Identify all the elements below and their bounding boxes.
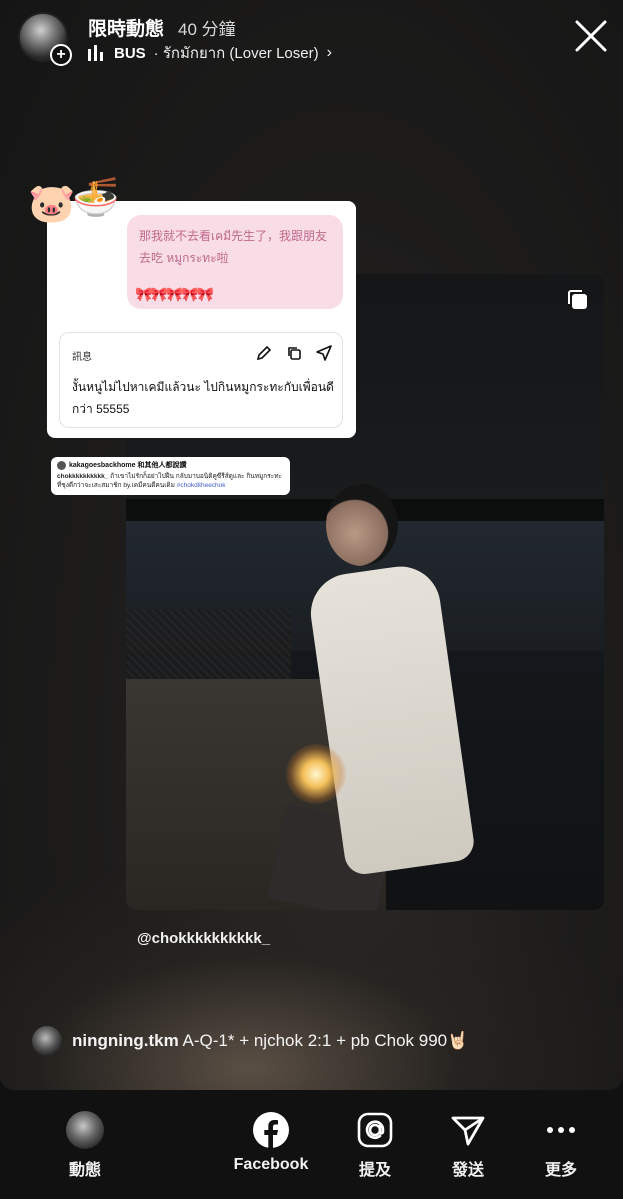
music-subtitle: · รักมักยาก (Lover Loser) (153, 45, 319, 62)
comment-likes: kakagoesbackhome 和其他人都說讚 (69, 462, 187, 469)
pig-sticker: 🐷 (28, 183, 76, 225)
avatar[interactable] (66, 1111, 104, 1149)
comment-sticker: kakagoesbackhome 和其他人都說讚 chokkkkkkkkkk_ … (51, 457, 290, 495)
photo-railing (126, 609, 291, 679)
comment-hashtag: #chokditheechok (176, 482, 226, 489)
profile-avatar[interactable]: + (18, 12, 72, 66)
nav-send[interactable]: 發送 (423, 1110, 513, 1180)
mention-tag[interactable]: @chokkkkkkkkkk_ (137, 930, 270, 947)
comment-header: kakagoesbackhome 和其他人都說讚 (57, 460, 284, 470)
music-bars-icon (88, 45, 106, 61)
music-info[interactable]: BUS · รักมักยาก (Lover Loser) › (88, 41, 332, 65)
nav-more[interactable]: 更多 (516, 1110, 606, 1180)
nav-facebook-label: Facebook (233, 1156, 309, 1173)
comment-username: chokkkkkkkkkk_ (57, 473, 109, 480)
music-title: BUS (114, 44, 146, 62)
message-label: 訊息 (72, 352, 92, 363)
story-timestamp: 40 分鐘 (178, 20, 236, 39)
send-icon (451, 1116, 485, 1146)
add-icon[interactable]: + (50, 44, 72, 66)
mention-icon (357, 1112, 393, 1148)
nav-activity[interactable]: 動態 (40, 1110, 130, 1180)
nav-more-label: 更多 (544, 1162, 577, 1179)
nav-facebook[interactable]: Facebook (226, 1110, 316, 1174)
nav-mention[interactable]: 提及 (330, 1110, 420, 1180)
message-text: งั้นหนูไม่ไปหาเคมีแล้วนะ ไปกินหมูกระทะกั… (72, 380, 334, 416)
avatar (57, 460, 66, 470)
pencil-icon (256, 345, 272, 361)
photo-lantern (286, 744, 346, 804)
photo-person-head (326, 484, 398, 566)
message-box: 訊息 งั้นหนูไม่ไปหาเคมีแล้วนะ ไปกินหมูกระท… (59, 332, 343, 428)
nav-activity-label: 動態 (68, 1162, 101, 1179)
caption-username[interactable]: ningning.tkm (72, 1031, 179, 1050)
title-row: 限時動態 40 分鐘 (88, 14, 236, 41)
caption: ningning.tkm A-Q-1* + njchok 2:1 + pb Ch… (72, 1031, 468, 1051)
story-viewer[interactable]: + 限時動態 40 分鐘 BUS · รักมักยาก (Lover Lose… (0, 0, 623, 1090)
ribbons-sticker: 🎀🎀🎀🎀🎀 (135, 286, 214, 302)
nav-send-label: 發送 (451, 1162, 484, 1179)
story-header: + 限時動態 40 分鐘 BUS · รักมักยาก (Lover Lose… (18, 12, 609, 68)
pink-message-text: 那我就不去看เคมี先生了，我跟朋友去吃 หมูกระทะ啦 (139, 229, 328, 265)
message-note-card: 那我就不去看เคมี先生了，我跟朋友去吃 หมูกระทะ啦 🎀🎀🎀🎀🎀 訊息 … (47, 201, 356, 438)
message-actions (256, 345, 332, 361)
avatar[interactable] (32, 1026, 62, 1056)
more-icon (547, 1127, 575, 1133)
copy-icon (288, 347, 301, 360)
caption-text: A-Q-1* + njchok 2:1 + pb Chok 990🤘🏻 (182, 1031, 469, 1050)
bottom-action-bar: 動態 Facebook 提及 發送 更多 (0, 1090, 623, 1199)
noodles-sticker: 🍜 (72, 177, 120, 219)
send-icon (316, 345, 332, 361)
comment-body: chokkkkkkkkkk_ ถ้าเขาไม่รักก็อย่าไปฝืน ก… (57, 472, 284, 490)
carousel-icon (568, 290, 587, 309)
story-username[interactable]: 限時動態 (88, 14, 164, 41)
pink-message-bubble: 那我就不去看เคมี先生了，我跟朋友去吃 หมูกระทะ啦 🎀🎀🎀🎀🎀 (127, 215, 343, 309)
caption-row: ningning.tkm A-Q-1* + njchok 2:1 + pb Ch… (32, 1026, 468, 1056)
close-icon[interactable] (573, 18, 609, 54)
nav-mention-label: 提及 (358, 1162, 391, 1179)
chevron-right-icon: › (326, 44, 332, 61)
facebook-icon (253, 1112, 289, 1148)
